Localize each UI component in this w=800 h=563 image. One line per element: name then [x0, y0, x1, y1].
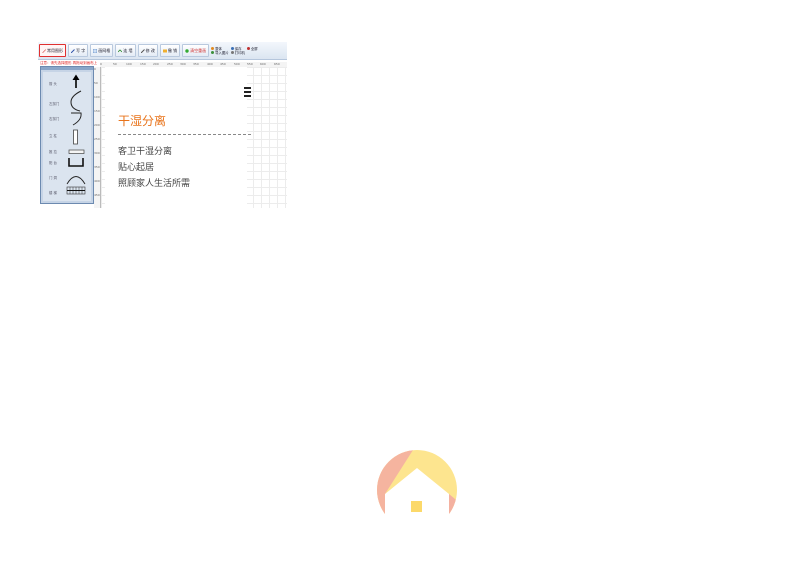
- pencil-icon: [42, 48, 46, 53]
- draw-grid-button[interactable]: 画网格: [90, 44, 114, 57]
- canvas-mark: [244, 87, 251, 89]
- undo-label: 撤 销: [167, 47, 178, 53]
- curve-left-icon[interactable]: [70, 90, 82, 112]
- panel-item-label: 左拐门: [49, 102, 60, 106]
- image-icon: [211, 51, 215, 54]
- panel-item-label: 推 拉: [49, 150, 57, 154]
- panel-body: 箭 头 左拐门 右拐门 立 柱 推 拉 阳 台 门 洞 楼 梯: [43, 72, 91, 201]
- write-text-label: 写 字: [76, 47, 86, 53]
- ruler-tick: 0: [94, 67, 96, 71]
- stairs-icon[interactable]: [66, 186, 86, 195]
- mini-option-fullscreen[interactable]: 全屏: [246, 47, 258, 51]
- house-logo-icon: [377, 450, 457, 530]
- ruler-tick: 650: [274, 62, 280, 66]
- balcony-icon[interactable]: [68, 158, 84, 167]
- modify-label: 修 改: [145, 47, 155, 53]
- wall-icon: [118, 48, 123, 52]
- ruler-tick: 300: [180, 62, 186, 66]
- pen-icon: [71, 48, 75, 53]
- pillar-icon[interactable]: [73, 129, 78, 145]
- sliding-icon[interactable]: [68, 149, 85, 154]
- connect-wall-button[interactable]: 连 墙: [115, 44, 136, 57]
- mini-option-import-image[interactable]: 导入图片: [211, 51, 229, 55]
- fullscreen-icon: [246, 47, 250, 50]
- ruler-tick: 400: [207, 62, 213, 66]
- ruler-tick: 350: [193, 62, 199, 66]
- drawing-app: 常用图形 写 字 画网格 连 墙 修 改 撤 销 清空重画 整体 保存 全屏 导…: [38, 42, 287, 208]
- dashed-divider: [118, 134, 251, 135]
- card-line: 贴心起居: [118, 163, 155, 173]
- printer-icon: [230, 51, 234, 54]
- undo-icon: [162, 49, 167, 52]
- panel-item-label: 右拐门: [49, 117, 60, 121]
- ruler-tick: 100: [126, 62, 132, 66]
- card-title: 干湿分离: [118, 114, 167, 128]
- ruler-tick: 450: [220, 62, 226, 66]
- write-text-button[interactable]: 写 字: [68, 44, 89, 57]
- ruler-tick: 550: [247, 62, 253, 66]
- ruler-tick: 150: [140, 62, 146, 66]
- common-shapes-button[interactable]: 常用图形: [39, 44, 66, 57]
- shape-panel: 箭 头 左拐门 右拐门 立 柱 推 拉 阳 台 门 洞 楼 梯: [40, 66, 94, 204]
- panel-shapes: [66, 74, 86, 195]
- info-card: 干湿分离 客卫干湿分离 贴心起居 照顾家人生活所需: [105, 67, 251, 208]
- toolbar: 常用图形 写 字 画网格 连 墙 修 改 撤 销 清空重画 整体 保存 全屏 导…: [38, 42, 287, 60]
- draw-grid-label: 画网格: [98, 47, 111, 53]
- ruler-tick: 500: [234, 62, 240, 66]
- clear-redraw-button[interactable]: 清空重画: [182, 44, 210, 57]
- canvas-mark: [244, 91, 251, 93]
- modify-button[interactable]: 修 改: [137, 44, 158, 57]
- drawing-canvas[interactable]: 干湿分离 客卫干湿分离 贴心起居 照顾家人生活所需: [101, 67, 287, 208]
- panel-item-label: 楼 梯: [49, 191, 57, 195]
- panel-header: [41, 67, 93, 70]
- common-shapes-label: 常用图形: [47, 47, 63, 53]
- ruler-tick: 600: [260, 62, 266, 66]
- panel-item-label: 立 柱: [49, 134, 57, 138]
- clear-redraw-label: 清空重画: [190, 47, 207, 53]
- ruler-tick: 50: [113, 62, 117, 66]
- edit-icon: [140, 48, 145, 53]
- ruler-left: 0 50 100 150 200 250 300 350 400 450: [94, 67, 101, 208]
- card-line: 客卫干湿分离: [118, 147, 173, 157]
- mini-option-printer[interactable]: 打印机: [230, 51, 245, 55]
- undo-button[interactable]: 撤 销: [159, 44, 181, 57]
- panel-item-label: 箭 头: [49, 82, 57, 86]
- arrow-up-icon[interactable]: [72, 74, 80, 89]
- ruler-tick: 0: [100, 62, 102, 66]
- refresh-icon: [185, 48, 189, 53]
- ruler-tick: 250: [167, 62, 173, 66]
- card-line: 照顾家人生活所需: [118, 179, 191, 189]
- curve-right-icon[interactable]: [71, 112, 82, 126]
- mini-options: 整体 保存 全屏 导入图片 打印机: [211, 47, 258, 55]
- door-arc-icon[interactable]: [66, 176, 86, 185]
- panel-item-label: 门 洞: [49, 176, 57, 180]
- grid-icon: [93, 48, 98, 53]
- connect-wall-label: 连 墙: [123, 47, 133, 53]
- panel-item-label: 阳 台: [49, 161, 57, 165]
- ruler-tick: 200: [153, 62, 159, 66]
- canvas-mark: [244, 95, 251, 97]
